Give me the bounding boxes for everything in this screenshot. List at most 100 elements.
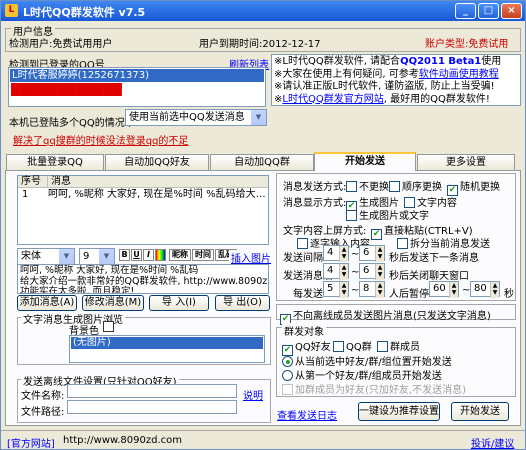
modify-message-button[interactable]: 修改消息(M) xyxy=(82,295,144,311)
file-name-input[interactable] xyxy=(67,384,237,398)
pause-from-stepper[interactable]: 5 ▲ ▼ xyxy=(323,281,349,298)
start-from-selected[interactable]: 从当前选中好友/群/组位置开始发送 xyxy=(282,353,452,368)
spinner-icon[interactable]: ▲ ▼ xyxy=(490,282,499,298)
tab-more-settings[interactable]: 更多设置 xyxy=(417,154,515,170)
qq-list-box[interactable]: L时代客服婷婷(1252671373) ████████████ xyxy=(8,67,266,107)
spinner-icon[interactable]: ▲ ▼ xyxy=(375,264,384,280)
qq-version-link[interactable]: QQ2011 Beta1 xyxy=(400,56,481,67)
display-mode-either[interactable]: 生成图片或文字 xyxy=(346,207,429,222)
checkbox-icon[interactable] xyxy=(346,210,357,221)
send-mode-unchanged[interactable]: 不更换 xyxy=(346,178,389,193)
qq-list-item-redacted[interactable]: ████████████ xyxy=(9,83,265,96)
title-bar[interactable]: L L时代QQ群发软件 v7.5 _ □ × xyxy=(1,1,525,21)
chevron-down-icon[interactable]: ▼ xyxy=(251,110,266,125)
maximize-button[interactable]: □ xyxy=(478,3,499,19)
size-select[interactable]: 9 ▼ xyxy=(79,248,115,265)
checkbox-icon[interactable] xyxy=(397,238,408,249)
add-message-button[interactable]: 添加消息(A) xyxy=(17,295,77,311)
pause-sec-to-value: 80 xyxy=(474,283,487,294)
checkbox-icon[interactable] xyxy=(333,341,344,352)
spinner-icon[interactable]: ▲ ▼ xyxy=(449,282,458,298)
export-button[interactable]: 导 出(O) xyxy=(215,295,270,311)
close-button[interactable]: × xyxy=(501,3,522,19)
spinner-icon[interactable]: ▲ ▼ xyxy=(339,246,348,262)
target-title: 群发对象 xyxy=(282,323,326,338)
chevron-down-icon[interactable]: ▼ xyxy=(59,249,74,264)
bgcolor-swatch[interactable] xyxy=(103,321,114,332)
add-member-as-friend[interactable]: 加群成员为好友(只加好友,不发送消息) xyxy=(282,381,466,396)
start-send-button[interactable]: 开始发送 xyxy=(451,402,509,421)
recommend-settings-button[interactable]: 一键设为推荐设置 xyxy=(358,402,440,421)
checkbox-icon[interactable] xyxy=(346,181,357,192)
import-button[interactable]: 导 入(I) xyxy=(149,295,209,311)
table-row[interactable]: 1 呵呵, %昵称 大家好, 现在是%时间 %乱码给大… xyxy=(18,188,268,201)
tutorial-link[interactable]: 软件动画使用教程 xyxy=(419,69,499,80)
tab-add-groups[interactable]: 自动加QQ群 xyxy=(210,154,314,170)
tab-start-send[interactable]: 开始发送 xyxy=(314,152,416,171)
pause-to-stepper[interactable]: 8 ▲ ▼ xyxy=(359,281,385,298)
close-from-stepper[interactable]: 4 ▲ ▼ xyxy=(323,263,349,280)
send-mode-random-label: 随机更换 xyxy=(460,182,500,193)
italic-button[interactable]: I xyxy=(143,249,154,261)
minimize-button[interactable]: _ xyxy=(455,3,476,19)
underline-button[interactable]: U xyxy=(131,249,142,261)
screen-mode-split[interactable]: 拆分当前消息发送 xyxy=(397,235,490,250)
notice-line1-suffix: 使用 xyxy=(481,56,502,67)
time-button[interactable]: 时间 xyxy=(192,249,214,261)
message-editor[interactable]: 呵呵, %昵称 大家好, 现在是%时间 %乱码 给大家介绍一款非常好的QQ群发软… xyxy=(17,264,269,294)
pause-sec-to-stepper[interactable]: 80 ▲ ▼ xyxy=(470,281,500,298)
start-from-first[interactable]: 从第一个好友/群/组成员开始发送 xyxy=(282,367,442,382)
spinner-icon[interactable]: ▲ ▼ xyxy=(339,264,348,280)
pause-to-value: 8 xyxy=(363,283,370,294)
color-picker-icon[interactable] xyxy=(155,249,166,261)
official-site-link[interactable]: L时代QQ群发官方网站 xyxy=(282,94,383,105)
help-link[interactable]: 说明 xyxy=(243,387,263,402)
insert-image-link[interactable]: 插入图片 xyxy=(229,250,271,265)
pause-from-value: 5 xyxy=(327,283,334,294)
checkbox-icon[interactable] xyxy=(297,238,308,249)
radio-icon[interactable] xyxy=(282,370,293,381)
target-qq-friends-label: QQ好友 xyxy=(295,342,331,353)
spinner-icon[interactable]: ▲ ▼ xyxy=(375,246,384,262)
message-table[interactable]: 序号 消息 1 呵呵, %昵称 大家好, 现在是%时间 %乱码给大… xyxy=(17,175,269,245)
interval-from-stepper[interactable]: 4 ▲ ▼ xyxy=(323,245,349,262)
spinner-icon[interactable]: ▲ ▼ xyxy=(375,282,384,298)
file-path-input[interactable] xyxy=(67,400,237,414)
pause-sec-from-stepper[interactable]: 60 ▲ ▼ xyxy=(429,281,459,298)
bold-button[interactable]: B xyxy=(119,249,130,261)
close-to-stepper[interactable]: 6 ▲ ▼ xyxy=(359,263,385,280)
file-name-label: 文件名称: xyxy=(21,391,65,402)
checkbox-icon[interactable] xyxy=(377,341,388,352)
multi-qq-select[interactable]: 使用当前选中QQ发送消息 ▼ xyxy=(125,109,267,126)
font-select[interactable]: 宋体 ▼ xyxy=(17,248,75,265)
offline-only-label: 不向离线成员发送图片消息(只发送文字消息) xyxy=(293,311,491,322)
row-message: 呵呵, %昵称 大家好, 现在是%时间 %乱码给大… xyxy=(48,189,266,200)
fix-notice-link[interactable]: 解决了qq搜群的时候没法登录qq的不足 xyxy=(13,132,188,147)
multi-qq-selected: 使用当前选中QQ发送消息 xyxy=(129,112,245,123)
close-to-value: 6 xyxy=(363,265,370,276)
feedback-link[interactable]: 投诉/建议 xyxy=(471,435,514,450)
qq-list-item[interactable]: L时代客服婷婷(1252671373) xyxy=(10,69,264,82)
interval-to-stepper[interactable]: 6 ▲ ▼ xyxy=(359,245,385,262)
target-qq-groups-label: QQ群 xyxy=(346,342,372,353)
multi-qq-label: 本机已登陆多个QQ的情况下 xyxy=(9,118,135,129)
pause-mid: 人后暂停 xyxy=(389,289,429,300)
send-mode-sequential[interactable]: 顺序更换 xyxy=(389,178,442,193)
tab-add-friends[interactable]: 自动加QQ好友 xyxy=(105,154,209,170)
check-icon[interactable]: ✔ xyxy=(371,229,382,240)
spinner-icon[interactable]: ▲ ▼ xyxy=(339,282,348,298)
official-site-url[interactable]: http://www.8090zd.com xyxy=(63,435,182,446)
nickname-button[interactable]: 昵称 xyxy=(169,249,191,261)
official-site-label[interactable]: [官方网站] xyxy=(7,435,55,450)
display-mode-label: 消息显示方式: xyxy=(283,198,347,209)
view-log-link[interactable]: 查看发送日志 xyxy=(277,407,337,422)
chevron-down-icon[interactable]: ▼ xyxy=(99,249,114,264)
radio-selected-icon[interactable] xyxy=(282,356,293,367)
target-group-members[interactable]: 群成员 xyxy=(377,338,420,353)
checkbox-icon[interactable] xyxy=(282,384,293,395)
file-path-label: 文件路径: xyxy=(21,407,65,418)
tab-batch-login[interactable]: 批量登录QQ xyxy=(6,154,104,170)
checkbox-icon[interactable] xyxy=(389,181,400,192)
target-qq-groups[interactable]: QQ群 xyxy=(333,338,372,353)
message-table-header: 序号 消息 xyxy=(18,176,268,188)
